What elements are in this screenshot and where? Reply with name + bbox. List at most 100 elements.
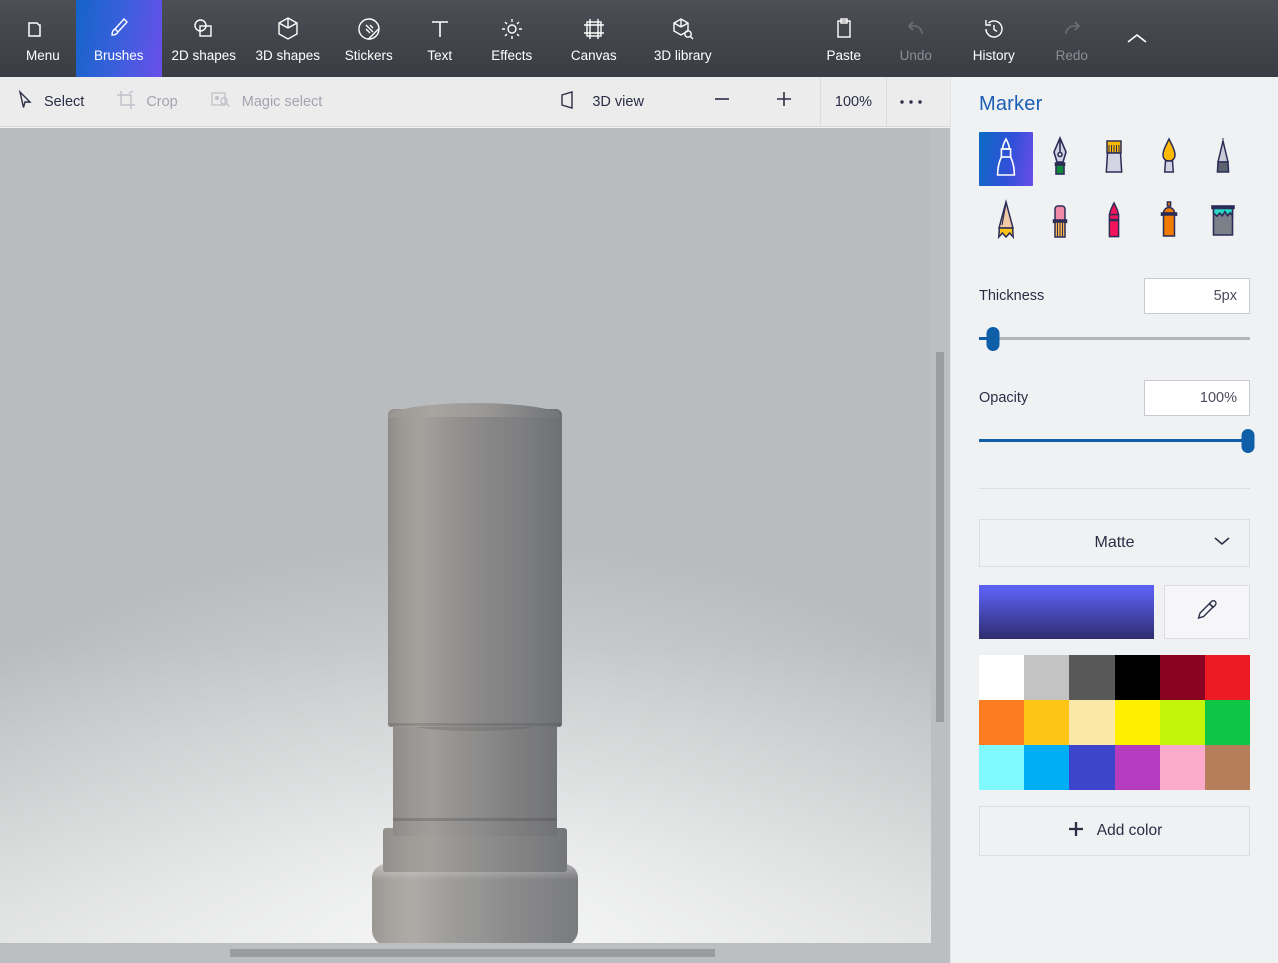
ribbon-item-effects[interactable]: Effects — [472, 0, 552, 77]
color-swatch-light-blue[interactable] — [1024, 745, 1069, 790]
color-swatch-lime[interactable] — [1160, 700, 1205, 745]
ribbon-item-menu[interactable]: Menu — [0, 0, 76, 77]
ribbon-item-label: Redo — [1056, 48, 1088, 63]
color-swatch-dark-gray[interactable] — [1069, 655, 1114, 700]
ribbon-item-label: Undo — [900, 48, 932, 63]
3d-view-icon — [560, 91, 582, 113]
color-swatch-pink[interactable] — [1160, 745, 1205, 790]
paste-icon — [833, 14, 855, 44]
cursor-icon — [16, 90, 34, 114]
vertical-scrollbar-thumb[interactable] — [936, 352, 944, 722]
ribbon-item-history[interactable]: History — [952, 0, 1036, 77]
select-tool-button[interactable]: Select — [0, 77, 100, 127]
color-swatch-white[interactable] — [979, 655, 1024, 700]
color-swatch-magenta[interactable] — [1115, 745, 1160, 790]
color-swatch-cyan[interactable] — [979, 745, 1024, 790]
brush-marker[interactable] — [979, 132, 1033, 186]
ribbon-item-paste[interactable]: Paste — [808, 0, 880, 77]
zoom-out-button[interactable] — [698, 77, 746, 127]
ribbon-item-undo: Undo — [880, 0, 952, 77]
chevron-down-icon — [1213, 534, 1231, 552]
ribbon-item-label: Paste — [827, 48, 862, 63]
crop-icon — [116, 90, 136, 114]
opacity-slider[interactable] — [979, 428, 1250, 454]
thickness-row: Thickness 5px — [979, 278, 1250, 314]
current-color-row — [979, 585, 1250, 639]
crayon-icon — [1099, 199, 1129, 248]
oil-brush-icon — [1099, 135, 1129, 184]
ribbon-item-text[interactable]: Text — [408, 0, 472, 77]
color-swatch-red[interactable] — [1205, 655, 1250, 700]
ellipsis-icon — [898, 93, 924, 111]
ribbon-item-brushes[interactable]: Brushes — [76, 0, 162, 77]
color-swatch-black[interactable] — [1115, 655, 1160, 700]
brush-watercolor-brush[interactable] — [1142, 132, 1196, 186]
pencil-icon — [991, 199, 1021, 248]
menu-file-icon — [22, 14, 50, 44]
material-dropdown[interactable]: Matte — [979, 519, 1250, 567]
ribbon-collapse-button[interactable] — [1108, 0, 1166, 77]
calligraphy-pen-icon — [1045, 135, 1075, 184]
color-swatch-dark-red[interactable] — [1160, 655, 1205, 700]
chevron-up-icon — [1124, 24, 1150, 54]
more-options-button[interactable] — [887, 77, 935, 127]
thickness-slider-thumb[interactable] — [986, 327, 999, 351]
add-color-button[interactable]: Add color — [979, 806, 1250, 856]
ribbon-spacer — [730, 0, 808, 77]
color-swatch-yellow[interactable] — [1115, 700, 1160, 745]
plus-icon — [772, 87, 796, 116]
ribbon-item-2d-shapes[interactable]: 2D shapes — [162, 0, 246, 77]
3d-view-button[interactable]: 3D view — [544, 77, 660, 127]
brush-oil-brush[interactable] — [1087, 132, 1141, 186]
opacity-row: Opacity 100% — [979, 380, 1250, 416]
current-color-swatch[interactable] — [979, 585, 1154, 639]
paint3d-window: Menu Brushes 2D shapes — [0, 0, 1278, 963]
ribbon-item-label: 3D shapes — [256, 48, 321, 63]
ribbon-item-label: 3D library — [654, 48, 712, 63]
brush-eraser[interactable] — [1033, 196, 1087, 250]
ribbon-item-label: History — [973, 48, 1015, 63]
brushes-panel: Marker — [950, 77, 1278, 963]
vertical-scrollbar[interactable] — [931, 128, 950, 943]
ribbon-item-stickers[interactable]: Stickers — [330, 0, 408, 77]
ribbon-item-canvas[interactable]: Canvas — [552, 0, 636, 77]
stickers-icon — [357, 14, 381, 44]
minus-icon — [710, 87, 734, 116]
zoom-level-label[interactable]: 100% — [821, 94, 886, 110]
horizontal-scrollbar[interactable] — [0, 943, 950, 963]
brush-fill[interactable] — [1196, 196, 1250, 250]
ribbon-item-3d-library[interactable]: 3D library — [636, 0, 730, 77]
model-seam-lower — [393, 818, 557, 821]
horizontal-scrollbar-thumb[interactable] — [230, 949, 715, 957]
brush-pixel-pen[interactable] — [1196, 132, 1250, 186]
top-ribbon: Menu Brushes 2D shapes — [0, 0, 1278, 77]
brush-spray-can[interactable] — [1142, 196, 1196, 250]
opacity-slider-thumb[interactable] — [1242, 429, 1255, 453]
zoom-in-button[interactable] — [760, 77, 808, 127]
brush-calligraphy-pen[interactable] — [1033, 132, 1087, 186]
color-swatch-orange[interactable] — [979, 700, 1024, 745]
thickness-label: Thickness — [979, 288, 1044, 304]
color-swatch-blue-violet[interactable] — [1069, 745, 1114, 790]
magic-select-icon — [210, 90, 232, 114]
color-swatch-pale-yellow[interactable] — [1069, 700, 1114, 745]
brush-crayon[interactable] — [1087, 196, 1141, 250]
watercolor-brush-icon — [1154, 135, 1184, 184]
thickness-input[interactable]: 5px — [1144, 278, 1250, 314]
ribbon-item-3d-shapes[interactable]: 3D shapes — [246, 0, 330, 77]
canvas-viewport[interactable] — [0, 128, 950, 963]
color-swatch-green[interactable] — [1205, 700, 1250, 745]
panel-divider — [979, 488, 1250, 489]
opacity-input[interactable]: 100% — [1144, 380, 1250, 416]
eyedropper-button[interactable] — [1164, 585, 1250, 639]
color-swatch-amber[interactable] — [1024, 700, 1069, 745]
ribbon-item-label: Canvas — [571, 48, 617, 63]
add-color-label: Add color — [1097, 822, 1162, 840]
text-icon — [429, 14, 451, 44]
color-swatch-light-gray[interactable] — [1024, 655, 1069, 700]
thickness-slider[interactable] — [979, 326, 1250, 352]
marker-icon — [991, 135, 1021, 184]
fill-icon — [1207, 199, 1239, 248]
color-swatch-brown[interactable] — [1205, 745, 1250, 790]
brush-pencil[interactable] — [979, 196, 1033, 250]
